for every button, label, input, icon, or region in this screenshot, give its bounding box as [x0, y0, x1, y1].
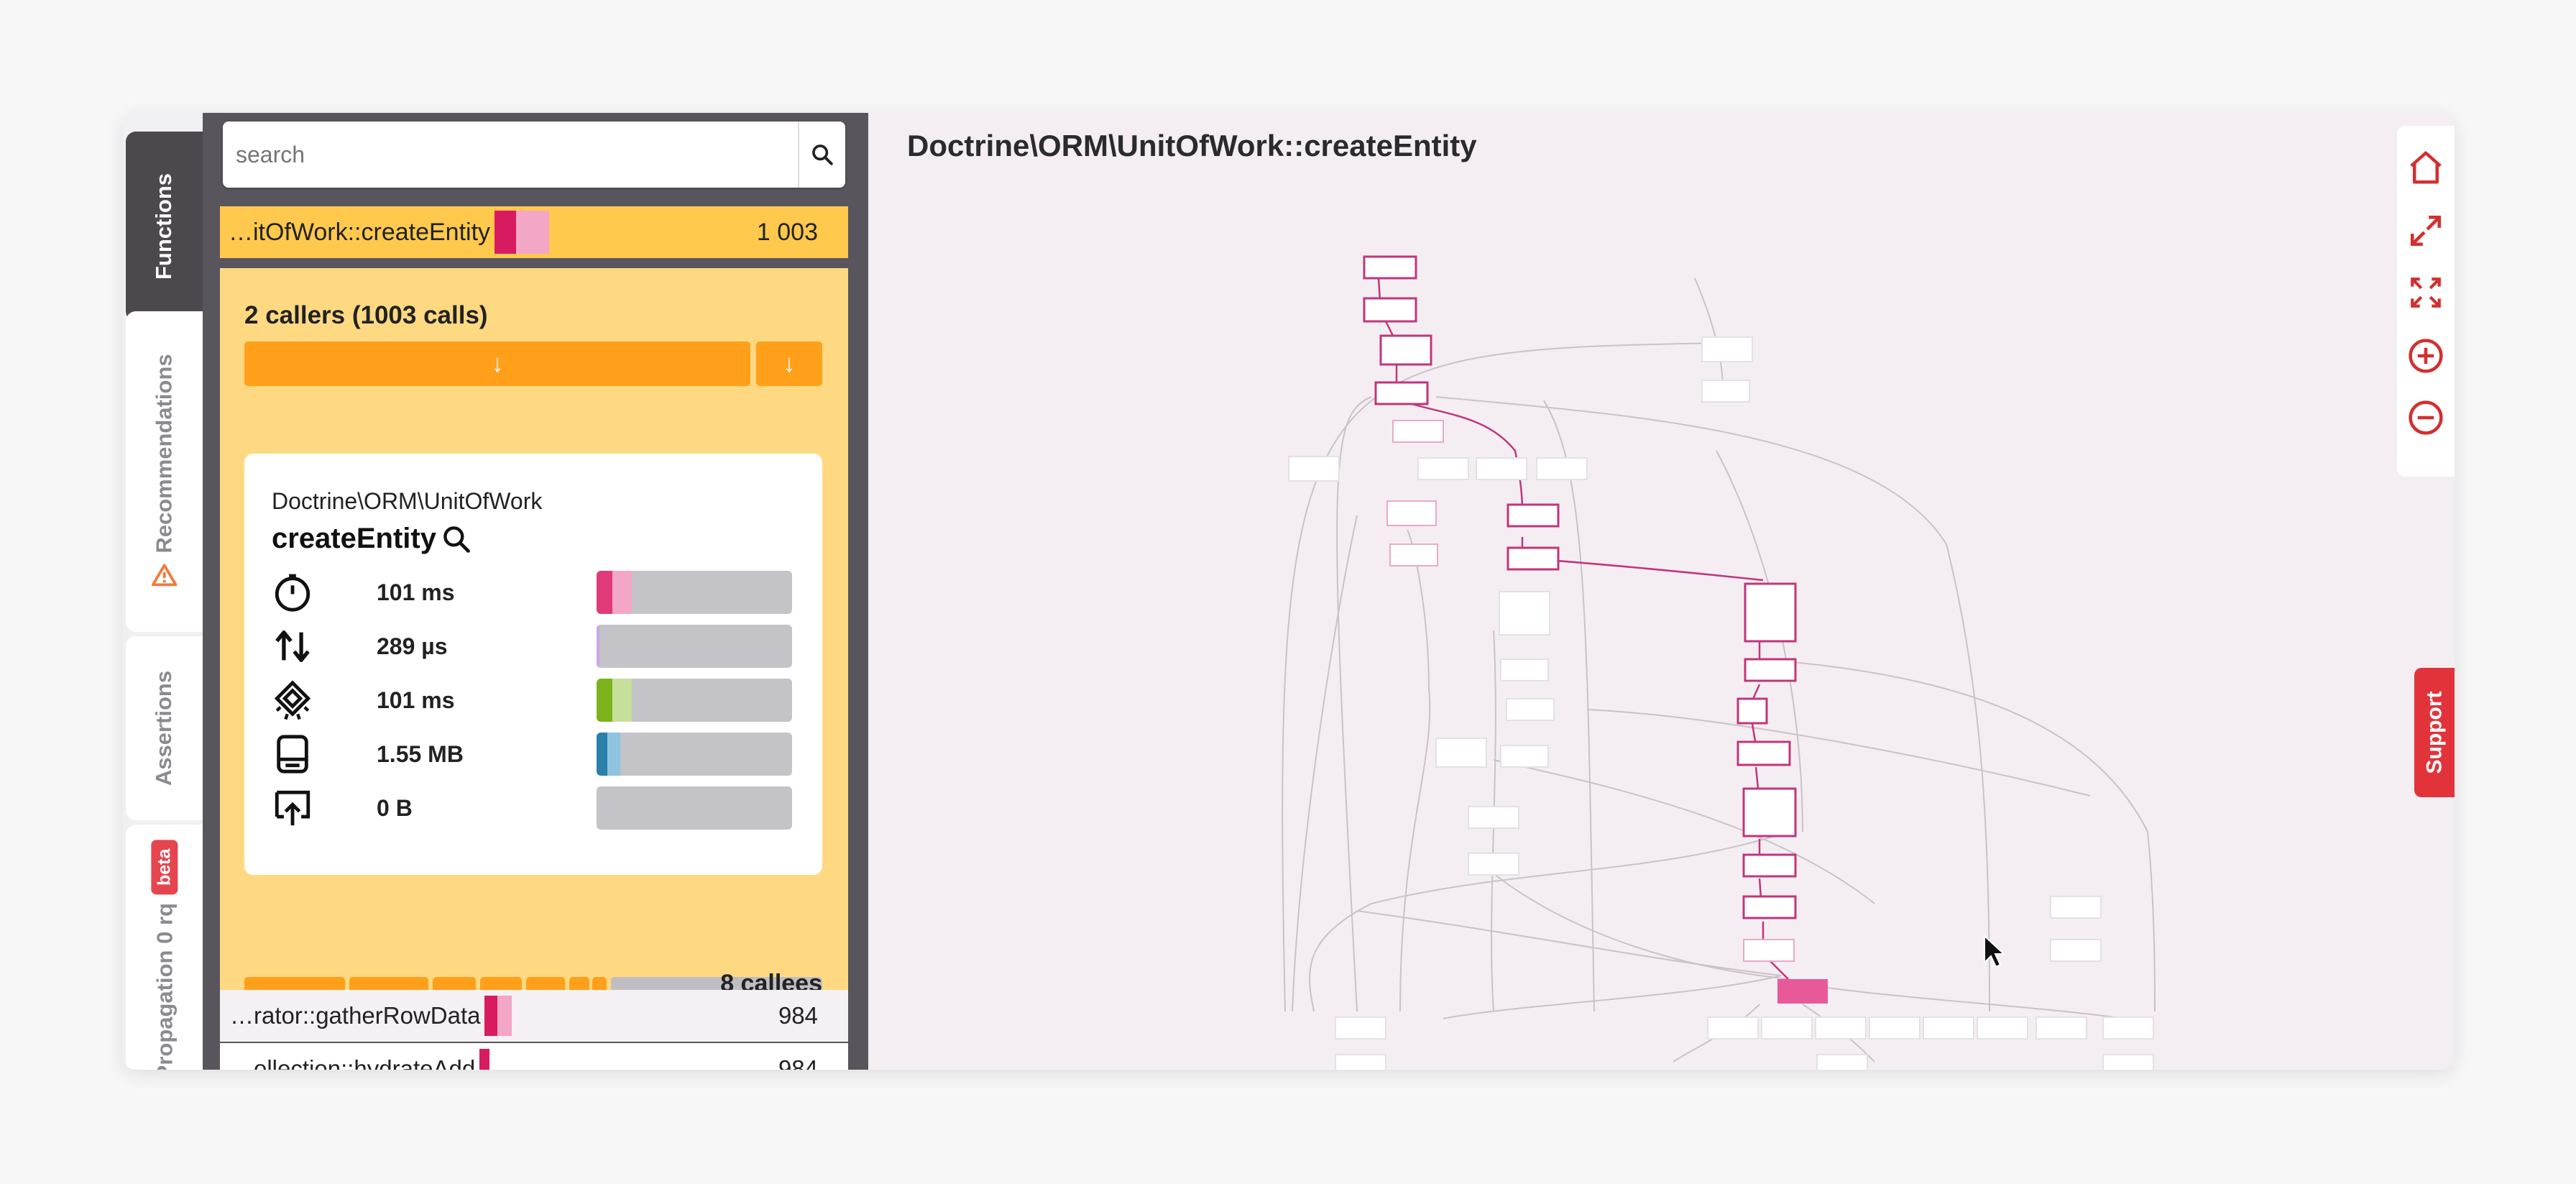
- metric-memory: 1.55 MB: [272, 732, 804, 776]
- callee-name: …ollection::hydrateAdd: [230, 1055, 476, 1070]
- tab-recommendations-label: Recommendations: [151, 354, 177, 554]
- beta-badge: beta: [151, 840, 178, 895]
- tab-assertions-label: Assertions: [151, 670, 177, 786]
- callee-cost-bar: [484, 996, 512, 1036]
- callee-call-count: 984: [778, 1055, 818, 1070]
- function-name: …itOfWork::createEntity: [229, 218, 491, 246]
- search-button[interactable]: [798, 121, 845, 188]
- home-icon: [2410, 151, 2442, 184]
- caller-button-2-label: ↓: [783, 349, 796, 377]
- network-icon: [275, 790, 310, 826]
- callee-row[interactable]: …ollection::hydrateAdd 984: [220, 1043, 848, 1070]
- function-detail-name: createEntity: [272, 523, 472, 555]
- callee-cost-bar: [479, 1049, 490, 1070]
- zoom-out-icon: [2409, 400, 2443, 435]
- functions-sidebar: …itOfWork::createEntity 1 003 2 callers …: [203, 113, 868, 1070]
- warning-icon: [151, 564, 178, 587]
- search-icon[interactable]: [441, 523, 472, 555]
- profiler-window: Functions Recommendations Assertions Pro…: [123, 113, 2455, 1070]
- expand-button[interactable]: [2406, 211, 2446, 251]
- search-input[interactable]: [223, 121, 816, 188]
- tab-assertions[interactable]: Assertions: [126, 636, 203, 820]
- tab-functions-label: Functions: [151, 173, 177, 280]
- zoom-in-button[interactable]: [2406, 336, 2446, 376]
- function-cost-bar: [494, 211, 550, 254]
- callers-title: 2 callers (1003 calls): [244, 301, 488, 329]
- callee-name: …rator::gatherRowData: [230, 1002, 481, 1029]
- function-detail-card: Doctrine\ORM\UnitOfWork createEntity 101…: [244, 454, 822, 875]
- support-button[interactable]: Support: [2414, 668, 2455, 797]
- shrink-icon: [2411, 277, 2441, 308]
- metric-network-value: 0 B: [377, 794, 413, 821]
- caller-button-2[interactable]: ↓: [756, 341, 822, 386]
- graph-toolbar: [2397, 126, 2455, 477]
- search-box: [223, 121, 845, 188]
- function-detail-name-text: createEntity: [272, 523, 436, 554]
- callee-row[interactable]: …rator::gatherRowData 984: [220, 990, 848, 1042]
- cpu-icon: [274, 680, 311, 720]
- vertical-tab-strip: Functions Recommendations Assertions Pro…: [123, 113, 203, 1070]
- clock-icon: [275, 574, 310, 612]
- support-label: Support: [2422, 691, 2447, 774]
- mouse-cursor: [1984, 934, 2006, 968]
- metric-cpu-time: 101 ms: [272, 678, 804, 722]
- home-button[interactable]: [2406, 147, 2446, 188]
- metric-bar: [597, 733, 792, 776]
- search-icon: [812, 144, 833, 165]
- metric-wall-time-value: 101 ms: [377, 579, 455, 605]
- metric-io-time-value: 289 µs: [377, 633, 448, 659]
- tab-functions[interactable]: Functions: [126, 132, 203, 321]
- tab-propagation[interactable]: Propagation 0 rq beta: [126, 825, 203, 1070]
- tab-propagation-label: Propagation 0 rq: [151, 903, 177, 1070]
- caller-button-1-label: ↓: [491, 349, 504, 377]
- function-namespace: Doctrine\ORM\UnitOfWork: [272, 488, 543, 514]
- metric-bar: [597, 625, 792, 668]
- metric-wall-time: 101 ms: [272, 570, 804, 615]
- shrink-button[interactable]: [2406, 272, 2446, 313]
- caller-button-1[interactable]: ↓: [244, 341, 750, 386]
- selected-function-row[interactable]: …itOfWork::createEntity 1 003: [220, 206, 848, 258]
- zoom-in-icon: [2409, 339, 2443, 373]
- callee-call-count: 984: [778, 1002, 818, 1029]
- metric-io-time: 289 µs: [272, 624, 804, 669]
- function-call-count: 1 003: [756, 218, 818, 246]
- metric-bar: [597, 571, 792, 614]
- metric-network: 0 B: [272, 786, 804, 830]
- metric-memory-value: 1.55 MB: [377, 740, 464, 767]
- io-icon: [275, 630, 310, 662]
- call-graph-area[interactable]: Doctrine\ORM\UnitOfWork::createEntity Su…: [868, 113, 2455, 1070]
- metric-bar: [597, 786, 792, 830]
- expand-icon: [2410, 215, 2442, 247]
- metric-cpu-time-value: 101 ms: [377, 687, 455, 713]
- metric-bar: [597, 679, 792, 722]
- function-details-panel: 2 callers (1003 calls) ↓ ↓ Doctrine\ORM\…: [220, 268, 848, 1022]
- zoom-out-button[interactable]: [2406, 398, 2446, 438]
- call-graph[interactable]: [868, 113, 2455, 1070]
- tab-recommendations[interactable]: Recommendations: [126, 311, 203, 632]
- memory-icon: [277, 735, 308, 774]
